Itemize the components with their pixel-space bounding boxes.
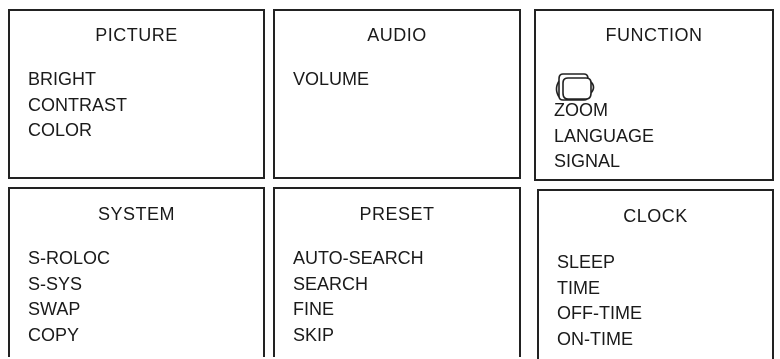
system-menu-panel: SYSTEM S-ROLOC S-SYS SWAP COPY <box>8 187 265 357</box>
menu-item-skip[interactable]: SKIP <box>293 323 424 349</box>
menu-item-signal[interactable]: SIGNAL <box>554 149 654 175</box>
menu-item-on-time[interactable]: ON-TIME <box>557 327 642 353</box>
menu-item-time[interactable]: TIME <box>557 276 642 302</box>
menu-item-auto-search[interactable]: AUTO-SEARCH <box>293 246 424 272</box>
clock-menu-list: SLEEP TIME OFF-TIME ON-TIME <box>557 250 642 352</box>
picture-menu-panel: PICTURE BRIGHT CONTRAST COLOR <box>8 9 265 179</box>
audio-menu-list: VOLUME <box>293 67 369 93</box>
menu-item-zoom[interactable]: ZOOM <box>554 98 654 124</box>
picture-menu-title: PICTURE <box>95 25 178 45</box>
audio-menu-panel: AUDIO VOLUME <box>273 9 521 179</box>
menu-item-color[interactable]: COLOR <box>28 118 127 144</box>
function-menu-panel: FUNCTION ZOOM LANGUAGE SIGNAL <box>534 9 774 181</box>
system-menu-title: SYSTEM <box>97 204 175 224</box>
system-menu-list: S-ROLOC S-SYS SWAP COPY <box>28 246 110 348</box>
menu-item-language[interactable]: LANGUAGE <box>554 124 654 150</box>
menu-item-contrast[interactable]: CONTRAST <box>28 93 127 119</box>
preset-menu-list: AUTO-SEARCH SEARCH FINE SKIP <box>293 246 424 348</box>
menu-item-search[interactable]: SEARCH <box>293 272 424 298</box>
menu-item-s-sys[interactable]: S-SYS <box>28 272 110 298</box>
menu-item-fine[interactable]: FINE <box>293 297 424 323</box>
clock-menu-title: CLOCK <box>623 206 688 226</box>
preset-menu-panel: PRESET AUTO-SEARCH SEARCH FINE SKIP <box>273 187 521 357</box>
preset-menu-title: PRESET <box>359 204 435 224</box>
menu-item-sleep[interactable]: SLEEP <box>557 250 642 276</box>
audio-menu-title: AUDIO <box>367 25 427 45</box>
function-menu-list: ZOOM LANGUAGE SIGNAL <box>554 98 654 175</box>
menu-item-copy[interactable]: COPY <box>28 323 110 349</box>
picture-menu-list: BRIGHT CONTRAST COLOR <box>28 67 127 144</box>
function-menu-title: FUNCTION <box>605 25 703 45</box>
menu-item-swap[interactable]: SWAP <box>28 297 110 323</box>
menu-item-bright[interactable]: BRIGHT <box>28 67 127 93</box>
menu-item-volume[interactable]: VOLUME <box>293 67 369 93</box>
clock-menu-panel: CLOCK SLEEP TIME OFF-TIME ON-TIME <box>537 189 774 359</box>
menu-item-off-time[interactable]: OFF-TIME <box>557 301 642 327</box>
menu-item-s-roloc[interactable]: S-ROLOC <box>28 246 110 272</box>
